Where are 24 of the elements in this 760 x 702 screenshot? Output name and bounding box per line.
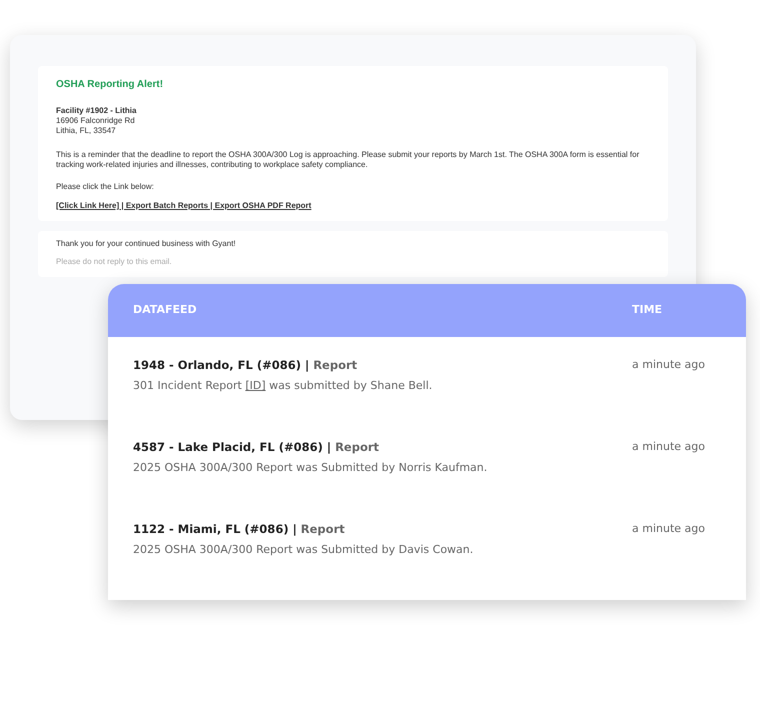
column-header: TIME [632,302,664,318]
thanks-text: Thank you for your continued business with Gyant! [56,239,237,249]
link-prompt: Please click the Link below: [56,182,155,192]
facility-title: 4587 - Lake Placid, FL (#086) | [133,438,332,456]
feed-description: 2025 OSHA 300A/300 Report was Submitted by Norris Kaufman. [133,460,488,476]
feed-description: 2025 OSHA 300A/300 Report was Submitted by Davis Cowan. [133,542,474,558]
column-header: DATAFEED [133,302,198,318]
time-text: a minute ago [632,438,706,455]
report-links[interactable]: [Click Link Here] | Export Batch Reports | Export OSHA PDF Report [56,201,312,211]
report-link[interactable]: Report [313,357,358,374]
report-link[interactable]: Report [335,438,380,456]
no-reply-note: Please do not reply to this email. [56,257,173,267]
alert-title: OSHA Reporting Alert! [56,80,164,90]
facility-title: 1948 - Orlando, FL (#086) | [133,357,310,374]
address-line: 16906 Falconridge Rd [56,116,136,126]
report-link[interactable]: Report [300,520,345,538]
time-text: a minute ago [632,357,706,373]
address-line: Lithia, FL, 33547 [56,126,117,136]
facility-name: Facility #1902 - Lithia [56,106,138,116]
feed-description: 301 Incident Report [ID] was submitted by Shane Bell. [133,378,434,394]
id-link[interactable]: [ID] [245,379,266,392]
time-text: a minute ago [632,520,706,536]
facility-title: 1122 - Miami, FL (#086) | [133,520,297,538]
reminder-text: This is a reminder that the deadline to report the OSHA 300A/300 Log is approaching. Please submit your reports by March 1st. The OSHA 300A form is essential for tracking work-related injuries and illnesses, contributing to workplace safety compliance. [56,150,640,170]
